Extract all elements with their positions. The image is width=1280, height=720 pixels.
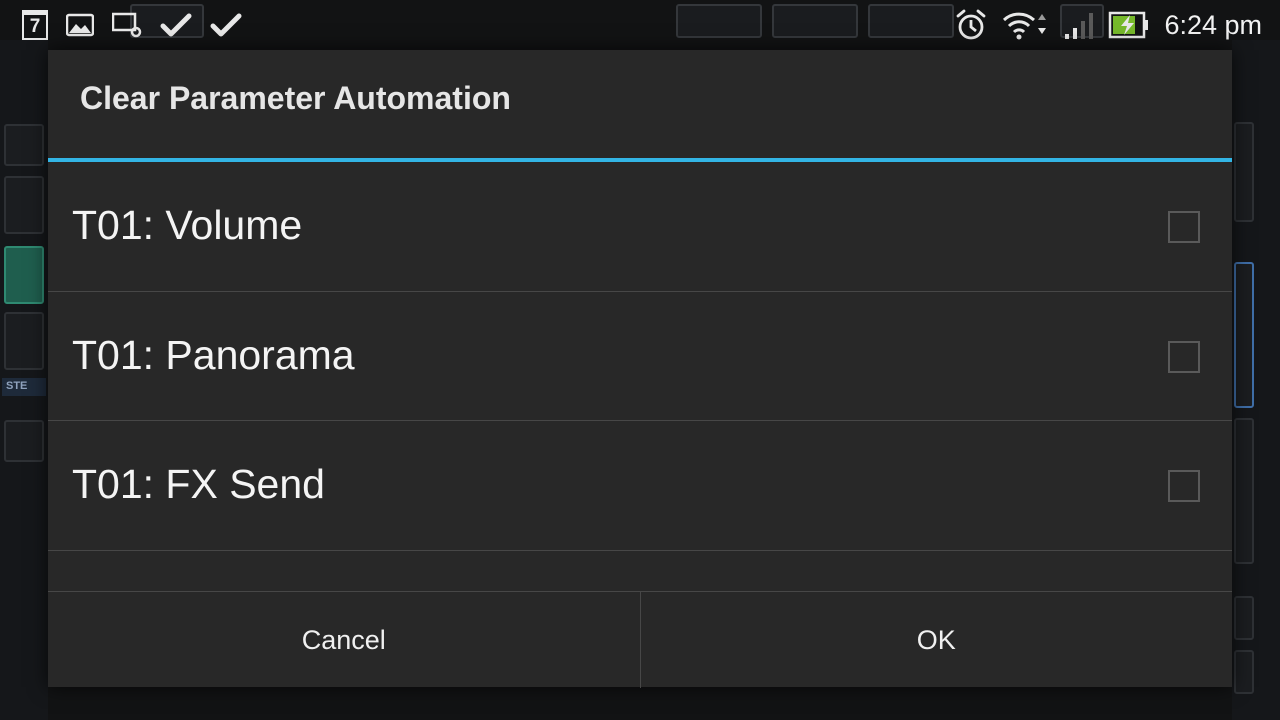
image-icon [66, 13, 94, 37]
list-item-volume[interactable]: T01: Volume [48, 162, 1232, 292]
background-tile [4, 420, 44, 462]
list-item-fx-send[interactable]: T01: FX Send [48, 421, 1232, 551]
clock-time: 6:24 pm [1164, 9, 1262, 40]
calendar-icon: 7 [22, 10, 48, 40]
background-tile [4, 176, 44, 234]
status-bar: 7 6:24 pm [0, 0, 1280, 52]
dialog-button-bar: Cancel OK [48, 591, 1233, 688]
background-tile [4, 312, 44, 370]
clear-automation-dialog: Clear Parameter Automation T01: Volume T… [48, 50, 1233, 688]
background-right-panel [1232, 40, 1280, 720]
battery-charging-icon [1108, 11, 1150, 39]
cancel-button[interactable]: Cancel [48, 592, 641, 688]
list-item-label: T01: Panorama [72, 331, 355, 378]
background-tile [4, 124, 44, 166]
list-item-label: T01: Volume [72, 202, 303, 248]
background-tile [1234, 596, 1254, 640]
list-item-label: T01: FX Send [72, 461, 325, 507]
dialog-title: Clear Parameter Automation [80, 80, 511, 116]
fx-send-checkbox[interactable] [1168, 470, 1200, 502]
background-tile-active [4, 246, 44, 304]
panorama-checkbox[interactable] [1168, 340, 1200, 373]
background-side-label: STE [2, 378, 46, 396]
screen-settings-icon [112, 12, 142, 38]
background-left-panel: STE [0, 40, 48, 720]
wifi-icon [1002, 10, 1050, 40]
volume-checkbox[interactable] [1168, 211, 1200, 243]
checkmark-icon [210, 12, 242, 38]
background-tile [1234, 650, 1254, 694]
status-bar-system: 6:24 pm [954, 8, 1262, 42]
alarm-icon [954, 8, 988, 42]
background-tile [1234, 122, 1254, 222]
parameter-list[interactable]: T01: Volume T01: Panorama T01: FX Send [48, 162, 1232, 591]
background-tile-selected [1234, 262, 1254, 408]
background-tile [1234, 418, 1254, 564]
list-item-panorama[interactable]: T01: Panorama [48, 292, 1232, 421]
status-bar-notifications: 7 [22, 10, 242, 40]
ok-button[interactable]: OK [641, 592, 1233, 688]
signal-icon [1064, 10, 1094, 40]
checkmark-icon [160, 12, 192, 38]
